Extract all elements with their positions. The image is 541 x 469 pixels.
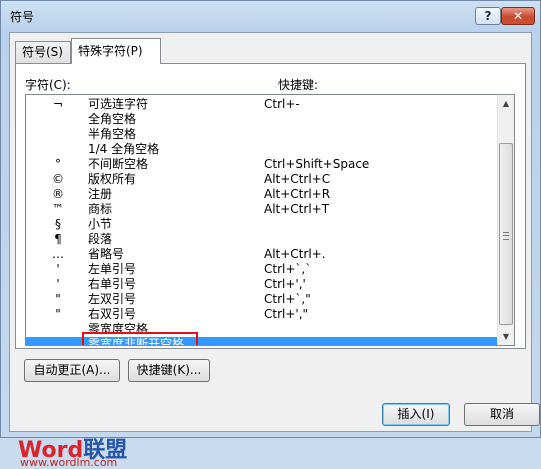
symbol-dialog: 符号 ? ✕ 符号(S) 特殊字符(P) 字符(C): 快捷键: ¬ 可选连字符 C… bbox=[0, 0, 541, 469]
dialog-title: 符号 bbox=[10, 10, 35, 24]
scroll-thumb[interactable] bbox=[499, 143, 513, 325]
list-item[interactable]: 半角空格 bbox=[26, 127, 496, 142]
list-item-symbol: ' bbox=[56, 262, 60, 276]
list-item[interactable]: ' 右单引号 Ctrl+',' bbox=[26, 277, 496, 292]
list-item-name: 全角空格 bbox=[88, 112, 137, 126]
watermark-url: www.wordlm.com bbox=[20, 456, 118, 469]
list-item-symbol: ™ bbox=[52, 202, 64, 216]
close-button[interactable]: ✕ bbox=[501, 7, 535, 25]
insert-button[interactable]: 插入(I) bbox=[382, 403, 450, 426]
list-item-shortcut: Alt+Ctrl+T bbox=[264, 202, 330, 216]
list-item-shortcut: Alt+Ctrl+C bbox=[264, 172, 331, 186]
list-item[interactable]: ™ 商标 Alt+Ctrl+T bbox=[26, 202, 496, 217]
list-item[interactable]: … 省略号 Alt+Ctrl+. bbox=[26, 247, 496, 262]
grip-icon bbox=[503, 232, 509, 240]
list-item-shortcut: Alt+Ctrl+R bbox=[264, 187, 331, 201]
list-item-symbol: ' bbox=[56, 277, 60, 291]
list-item-symbol: ¶ bbox=[54, 232, 62, 246]
list-item-symbol: ° bbox=[55, 157, 61, 171]
title-bar[interactable]: 符号 ? ✕ bbox=[1, 1, 540, 31]
autocorrect-button[interactable]: 自动更正(A)... bbox=[24, 359, 120, 382]
list-item-name: 小节 bbox=[88, 217, 113, 231]
list-item[interactable]: ¬ 可选连字符 Ctrl+- bbox=[26, 97, 496, 112]
list-item[interactable]: ¶ 段落 bbox=[26, 232, 496, 247]
scroll-down-icon[interactable]: ▼ bbox=[498, 328, 514, 345]
list-item-name: 1/4 全角空格 bbox=[88, 142, 160, 156]
cancel-button[interactable]: 取消 bbox=[464, 403, 540, 426]
list-item-symbol: " bbox=[55, 307, 61, 321]
scroll-up-icon[interactable]: ▲ bbox=[498, 95, 514, 112]
list-item[interactable]: © 版权所有 Alt+Ctrl+C bbox=[26, 172, 496, 187]
shortcut-column-header: 快捷键: bbox=[278, 78, 319, 92]
list-item-name: 右双引号 bbox=[88, 307, 137, 321]
list-item[interactable]: " 左双引号 Ctrl+`," bbox=[26, 292, 496, 307]
list-item-shortcut: Ctrl+- bbox=[264, 97, 300, 111]
char-column-header: 字符(C): bbox=[25, 78, 71, 92]
shortcut-key-button[interactable]: 快捷键(K)... bbox=[128, 359, 210, 382]
list-item[interactable]: ' 左单引号 Ctrl+`,` bbox=[26, 262, 496, 277]
list-item-symbol: ® bbox=[52, 187, 64, 201]
list-item-shortcut: Ctrl+`," bbox=[264, 292, 311, 306]
list-item[interactable]: " 右双引号 Ctrl+'," bbox=[26, 307, 496, 322]
list-item-name: 版权所有 bbox=[88, 172, 137, 186]
list-item-symbol: © bbox=[52, 172, 64, 186]
list-item-name: 省略号 bbox=[88, 247, 125, 261]
list-item-name: 右单引号 bbox=[88, 277, 137, 291]
list-item-symbol: ¬ bbox=[52, 97, 64, 111]
list-item[interactable]: ° 不间断空格 Ctrl+Shift+Space bbox=[26, 157, 496, 172]
list-item[interactable]: ® 注册 Alt+Ctrl+R bbox=[26, 187, 496, 202]
tab-symbols[interactable]: 符号(S) bbox=[15, 41, 71, 63]
list-scrollbar[interactable]: ▲ ▼ bbox=[497, 95, 514, 345]
list-item-shortcut: Ctrl+`,` bbox=[264, 262, 312, 276]
list-item-symbol: § bbox=[55, 217, 61, 231]
list-item[interactable]: 全角空格 bbox=[26, 112, 496, 127]
list-item-name: 商标 bbox=[88, 202, 113, 216]
tab-special-characters[interactable]: 特殊字符(P) bbox=[71, 38, 161, 64]
list-item-name: 半角空格 bbox=[88, 127, 137, 141]
list-item-shortcut: Ctrl+',' bbox=[264, 277, 306, 291]
list-item[interactable]: § 小节 bbox=[26, 217, 496, 232]
list-item-name: 段落 bbox=[88, 232, 113, 246]
list-item-name: 不间断空格 bbox=[88, 157, 149, 171]
list-item-shortcut: Alt+Ctrl+. bbox=[264, 247, 326, 261]
annotation-highlight-box bbox=[82, 332, 198, 345]
list-item-name: 可选连字符 bbox=[88, 97, 149, 111]
special-characters-list[interactable]: ¬ 可选连字符 Ctrl+- 全角空格 半角空格 1/4 全角空格 ° 不间断空格 Ctrl+S… bbox=[25, 94, 515, 346]
special-characters-panel: 字符(C): 快捷键: ¬ 可选连字符 Ctrl+- 全角空格 半角空格 1/4 全角空格… bbox=[15, 63, 526, 349]
list-item-symbol: … bbox=[52, 247, 64, 261]
list-item-name: 注册 bbox=[88, 187, 113, 201]
list-item-symbol: " bbox=[55, 292, 61, 306]
list-item-name: 左单引号 bbox=[88, 262, 137, 276]
list-item-shortcut: Ctrl+'," bbox=[264, 307, 309, 321]
list-item[interactable]: 1/4 全角空格 bbox=[26, 142, 496, 157]
list-item-shortcut: Ctrl+Shift+Space bbox=[264, 157, 370, 171]
dialog-client: 符号(S) 特殊字符(P) 字符(C): 快捷键: ¬ 可选连字符 Ctrl+- 全角… bbox=[9, 32, 540, 469]
list-item-name: 左双引号 bbox=[88, 292, 137, 306]
help-button[interactable]: ? bbox=[475, 7, 501, 25]
